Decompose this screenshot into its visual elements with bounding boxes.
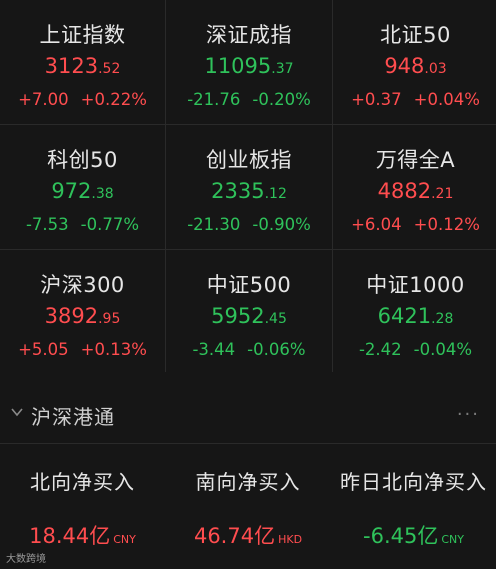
change-pct: +0.12% xyxy=(413,215,480,234)
index-name: 创业板指 xyxy=(206,148,292,172)
change-abs: -3.44 xyxy=(192,340,236,359)
flow-label: 昨日北向净买入 xyxy=(340,470,487,494)
index-price: 6421.28 xyxy=(333,304,496,328)
index-tile[interactable]: 中证500 5952.45 -3.44 -0.06% xyxy=(166,250,332,374)
change-abs: +0.37 xyxy=(351,90,402,109)
index-tile[interactable]: 科创50 972.38 -7.53 -0.77% xyxy=(0,125,165,249)
flow-currency: CNY xyxy=(113,533,136,546)
flow-currency: CNY xyxy=(441,533,464,546)
price-dec: .03 xyxy=(424,61,447,77)
index-name: 科创50 xyxy=(47,148,118,172)
price-dec: .38 xyxy=(91,186,114,202)
index-name: 中证1000 xyxy=(366,273,465,297)
section-title: 沪深港通 xyxy=(31,405,115,429)
index-change: -7.53 -0.77% xyxy=(0,215,165,234)
index-change: -21.76 -0.20% xyxy=(166,90,332,109)
change-abs: -7.53 xyxy=(25,215,69,234)
index-tile[interactable]: 沪深300 3892.95 +5.05 +0.13% xyxy=(0,250,165,374)
price-dec: .95 xyxy=(98,311,121,327)
index-change: -21.30 -0.90% xyxy=(166,215,332,234)
index-name: 中证500 xyxy=(206,273,292,297)
price-int: 11095 xyxy=(204,54,272,78)
flow-amount: 46.74亿 xyxy=(193,524,276,548)
price-int: 2335 xyxy=(211,179,265,203)
index-price: 2335.12 xyxy=(166,179,332,203)
index-change: +7.00 +0.22% xyxy=(0,90,165,109)
flow-value: 18.44亿 CNY xyxy=(0,520,165,550)
price-int: 6421 xyxy=(377,304,432,328)
price-dec: .21 xyxy=(431,186,454,202)
price-int: 5952 xyxy=(211,304,265,328)
index-tile[interactable]: 北证50 948.03 +0.37 +0.04% xyxy=(333,0,496,124)
flow-amount: 18.44亿 xyxy=(29,524,111,548)
index-price: 4882.21 xyxy=(333,179,496,203)
change-pct: -0.04% xyxy=(413,340,473,359)
flow-cell-southbound[interactable]: 南向净买入 46.74亿 HKD xyxy=(165,444,331,569)
price-int: 3892 xyxy=(44,304,99,328)
index-price: 3892.95 xyxy=(0,304,165,328)
change-pct: -0.20% xyxy=(252,90,311,109)
change-abs: +5.05 xyxy=(18,340,69,359)
watermark-logo: 大数跨境 xyxy=(6,550,46,565)
section-header-hsgt[interactable]: 沪深港通 ··· xyxy=(0,390,496,440)
index-name: 沪深300 xyxy=(40,273,125,297)
flow-amount: -6.45亿 xyxy=(363,524,439,548)
index-price: 3123.52 xyxy=(0,54,165,78)
price-dec: .28 xyxy=(431,311,454,327)
change-pct: -0.06% xyxy=(247,340,306,359)
flow-value: 46.74亿 HKD xyxy=(165,520,331,550)
change-pct: -0.77% xyxy=(80,215,140,234)
change-abs: -21.30 xyxy=(187,215,241,234)
price-dec: .12 xyxy=(264,186,287,202)
flow-currency: HKD xyxy=(278,533,303,546)
index-price: 972.38 xyxy=(0,179,165,203)
price-int: 3123 xyxy=(44,54,99,78)
index-name: 万得全A xyxy=(375,148,456,172)
price-int: 972 xyxy=(51,179,92,203)
price-int: 948 xyxy=(384,54,425,78)
index-grid: 上证指数 3123.52 +7.00 +0.22% 深证成指 11095.37 -… xyxy=(0,0,496,374)
change-abs: -2.42 xyxy=(358,340,402,359)
price-dec: .45 xyxy=(264,311,287,327)
index-name: 深证成指 xyxy=(206,23,292,47)
price-int: 4882 xyxy=(377,179,432,203)
change-pct: +0.22% xyxy=(80,90,147,109)
index-price: 11095.37 xyxy=(166,54,332,78)
flow-label: 北向净买入 xyxy=(30,470,135,494)
flow-label: 南向净买入 xyxy=(195,470,301,494)
flow-value: -6.45亿 CNY xyxy=(331,520,496,550)
change-pct: +0.13% xyxy=(80,340,147,359)
change-abs: +6.04 xyxy=(351,215,402,234)
more-options-icon[interactable]: ··· xyxy=(457,404,480,425)
index-change: +5.05 +0.13% xyxy=(0,340,165,359)
index-change: +0.37 +0.04% xyxy=(333,90,496,109)
index-tile[interactable]: 中证1000 6421.28 -2.42 -0.04% xyxy=(333,250,496,374)
capital-flow-row: 北向净买入 18.44亿 CNY 南向净买入 46.74亿 HKD 昨日北向净买入 … xyxy=(0,444,496,569)
change-abs: -21.76 xyxy=(187,90,241,109)
chevron-down-icon[interactable] xyxy=(9,404,25,420)
index-tile[interactable]: 万得全A 4882.21 +6.04 +0.12% xyxy=(333,125,496,249)
index-change: -2.42 -0.04% xyxy=(333,340,496,359)
index-name: 上证指数 xyxy=(39,23,126,47)
change-pct: +0.04% xyxy=(413,90,480,109)
flow-cell-prev-northbound[interactable]: 昨日北向净买入 -6.45亿 CNY xyxy=(331,444,496,569)
index-tile[interactable]: 创业板指 2335.12 -21.30 -0.90% xyxy=(166,125,332,249)
index-tile[interactable]: 深证成指 11095.37 -21.76 -0.20% xyxy=(166,0,332,124)
index-change: +6.04 +0.12% xyxy=(333,215,496,234)
price-dec: .37 xyxy=(271,61,294,77)
index-price: 5952.45 xyxy=(166,304,332,328)
change-pct: -0.90% xyxy=(252,215,311,234)
index-tile[interactable]: 上证指数 3123.52 +7.00 +0.22% xyxy=(0,0,165,124)
change-abs: +7.00 xyxy=(18,90,69,109)
watermark-text: 大数跨境 xyxy=(6,554,46,565)
index-price: 948.03 xyxy=(333,54,496,78)
index-change: -3.44 -0.06% xyxy=(166,340,332,359)
price-dec: .52 xyxy=(98,61,121,77)
index-name: 北证50 xyxy=(380,23,451,47)
